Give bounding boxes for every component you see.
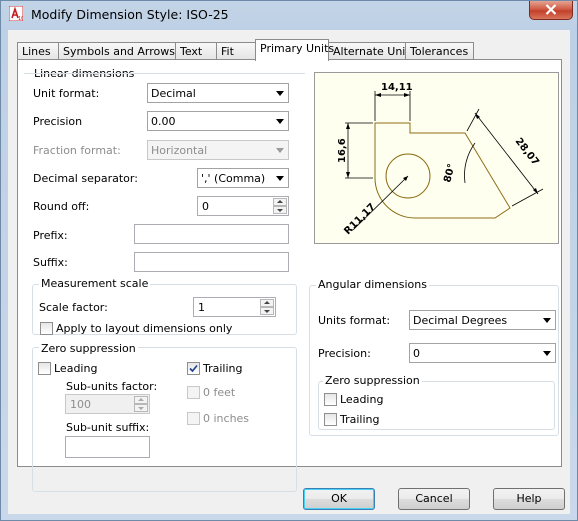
scale-factor-spinner[interactable]: 1 <box>193 297 276 317</box>
zero-inches-label: 0 inches <box>203 412 250 425</box>
chevron-down-icon <box>543 318 551 323</box>
spin-down-icon[interactable] <box>134 404 148 412</box>
measurement-scale-legend: Measurement scale <box>39 277 151 290</box>
angular-precision-dropdown[interactable]: 0 <box>409 343 556 363</box>
prefix-label: Prefix: <box>33 229 68 242</box>
suffix-input[interactable] <box>134 252 289 272</box>
angular-leading-label: Leading <box>340 393 384 406</box>
chevron-down-icon <box>276 119 284 124</box>
tab-fit[interactable]: Fit <box>216 42 256 60</box>
tab-strip: Lines Symbols and Arrows Text Fit Primar… <box>17 39 562 61</box>
zero-suppression-group: Zero suppression Leading Trailing Sub-un… <box>32 342 297 492</box>
chevron-down-icon <box>276 176 284 181</box>
preview-drawing: 14,11 16,6 28,07 80° R11,17 <box>337 82 544 238</box>
prefix-input[interactable] <box>134 224 289 244</box>
apply-layout-label: Apply to layout dimensions only <box>56 322 233 335</box>
angular-zero-suppression-group: Zero suppression Leading Trailing <box>318 374 555 430</box>
round-off-spinner[interactable]: 0 <box>197 196 289 216</box>
primary-units-panel: Linear dimensions Unit format: Decimal P… <box>17 59 562 492</box>
leading-label: Leading <box>54 362 98 375</box>
fraction-format-label: Fraction format: <box>33 144 121 157</box>
autocad-app-icon: 10 <box>9 6 23 21</box>
spinner-arrows[interactable] <box>273 198 287 214</box>
precision-label: Precision <box>33 115 83 128</box>
window-title: Modify Dimension Style: ISO-25 <box>31 7 229 22</box>
checkmark-icon <box>189 364 198 373</box>
sub-units-factor-spinner[interactable]: 100 <box>65 394 150 414</box>
zero-suppression-legend: Zero suppression <box>39 342 138 355</box>
angular-leading-checkbox[interactable] <box>324 393 337 406</box>
close-button[interactable] <box>529 1 573 20</box>
svg-text:10: 10 <box>18 16 23 21</box>
round-off-label: Round off: <box>33 200 90 213</box>
fraction-format-dropdown[interactable]: Horizontal <box>147 140 289 160</box>
apply-layout-checkbox[interactable] <box>40 322 53 335</box>
zero-feet-label: 0 feet <box>203 386 236 399</box>
close-icon <box>545 4 557 15</box>
spinner-arrows[interactable] <box>134 396 148 412</box>
tab-alternate-units[interactable]: Alternate Units <box>328 42 415 60</box>
tab-primary-units[interactable]: Primary Units <box>255 39 334 61</box>
measurement-scale-group: Measurement scale Scale factor: 1 Apply … <box>32 277 297 335</box>
angular-trailing-checkbox[interactable] <box>324 413 337 426</box>
tab-lines[interactable]: Lines <box>17 42 59 60</box>
spin-down-icon[interactable] <box>260 307 274 315</box>
chevron-down-icon <box>543 351 551 356</box>
sub-unit-suffix-input[interactable] <box>65 436 150 458</box>
chevron-down-icon <box>276 148 284 153</box>
title-bar[interactable]: 10 Modify Dimension Style: ISO-25 <box>1 1 577 27</box>
unit-format-label: Unit format: <box>33 87 100 100</box>
units-format-dropdown[interactable]: Decimal Degrees <box>409 310 556 330</box>
units-format-label: Units format: <box>318 314 391 327</box>
spin-down-icon[interactable] <box>273 206 287 214</box>
zero-inches-checkbox[interactable] <box>187 412 200 425</box>
leading-checkbox[interactable] <box>38 362 51 375</box>
dimension-preview: 14,11 16,6 28,07 80° R11,17 <box>314 72 559 244</box>
angular-trailing-label: Trailing <box>340 413 380 426</box>
sub-unit-suffix-label: Sub-unit suffix: <box>66 421 150 434</box>
tab-symbols-and-arrows[interactable]: Symbols and Arrows <box>58 42 176 60</box>
preview-dim-top: 14,11 <box>381 82 413 93</box>
spin-up-icon[interactable] <box>260 299 274 307</box>
tab-text[interactable]: Text <box>175 42 217 60</box>
unit-format-dropdown[interactable]: Decimal <box>147 83 289 103</box>
ok-button[interactable]: OK <box>303 488 375 510</box>
linear-dimensions-rule <box>24 73 305 74</box>
decimal-separator-label: Decimal separator: <box>33 172 138 185</box>
scale-factor-label: Scale factor: <box>39 301 108 314</box>
zero-feet-checkbox[interactable] <box>187 386 200 399</box>
sub-units-factor-label: Sub-units factor: <box>66 380 158 393</box>
precision-dropdown[interactable]: 0.00 <box>147 111 289 131</box>
angular-dimensions-legend: Angular dimensions <box>316 278 429 291</box>
spin-up-icon[interactable] <box>134 396 148 404</box>
angular-zero-suppression-legend: Zero suppression <box>323 374 422 387</box>
trailing-checkbox[interactable] <box>187 362 200 375</box>
angular-dimensions-group: Angular dimensions Units format: Decimal… <box>309 278 559 436</box>
dialog-window: 10 Modify Dimension Style: ISO-25 Lines … <box>0 0 578 521</box>
suffix-label: Suffix: <box>33 256 68 269</box>
tab-tolerances[interactable]: Tolerances <box>405 42 474 60</box>
spin-up-icon[interactable] <box>273 198 287 206</box>
spinner-arrows[interactable] <box>260 299 274 315</box>
chevron-down-icon <box>276 91 284 96</box>
preview-dim-left: 16,6 <box>337 138 348 163</box>
preview-dim-right: 28,07 <box>513 136 541 168</box>
cancel-button[interactable]: Cancel <box>398 488 470 510</box>
angular-precision-label: Precision: <box>318 347 371 360</box>
preview-dim-angle: 80° <box>442 163 458 184</box>
preview-dim-radius: R11,17 <box>342 202 378 238</box>
decimal-separator-dropdown[interactable]: ',' (Comma) <box>197 168 289 188</box>
trailing-label: Trailing <box>203 362 243 375</box>
help-button[interactable]: Help <box>493 488 565 510</box>
dialog-client-area: Lines Symbols and Arrows Text Fit Primar… <box>8 30 570 514</box>
